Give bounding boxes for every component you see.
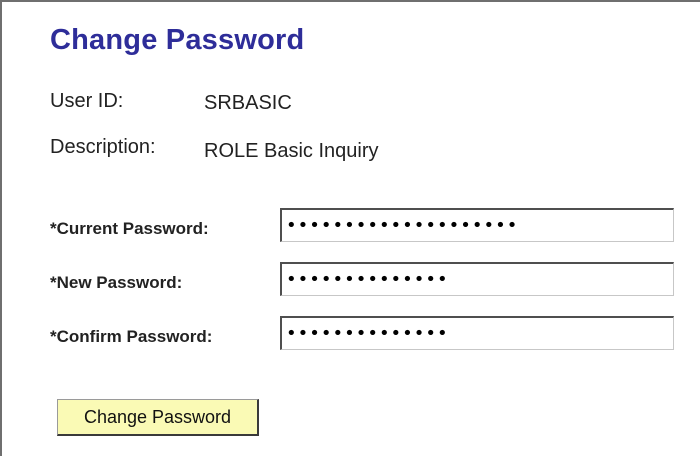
description-label: Description:	[50, 136, 156, 158]
user-id-label: User ID:	[50, 90, 124, 112]
confirm-password-label: *Confirm Password:	[50, 327, 213, 346]
description-value: ROLE Basic Inquiry	[204, 140, 379, 162]
user-id-value: SRBASIC	[204, 92, 292, 114]
page-title: Change Password	[50, 24, 305, 56]
new-password-field[interactable]	[280, 262, 674, 296]
confirm-password-field[interactable]	[280, 316, 674, 350]
new-password-label: *New Password:	[50, 273, 183, 292]
change-password-button[interactable]: Change Password	[57, 399, 259, 436]
current-password-label: *Current Password:	[50, 219, 209, 238]
current-password-field[interactable]	[280, 208, 674, 242]
